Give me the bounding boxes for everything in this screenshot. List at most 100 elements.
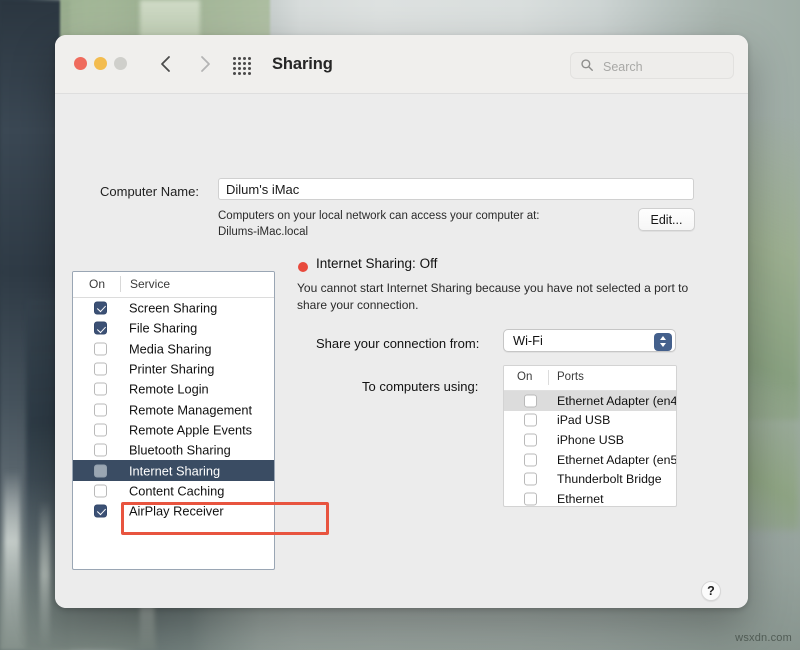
ports-table[interactable]: On Ports Ethernet Adapter (en4) iPad USB i… (503, 365, 677, 507)
port-checkbox[interactable] (524, 414, 537, 427)
checkbox-unchecked-icon (94, 464, 107, 477)
to-computers-using-label: To computers using: (362, 379, 478, 394)
checkbox-unchecked-icon (524, 453, 537, 466)
table-row[interactable]: Remote Apple Events (73, 420, 274, 440)
port-label: Ethernet Adapter (en4) (557, 394, 677, 408)
table-row[interactable]: iPhone USB (504, 430, 676, 450)
table-row[interactable]: Bluetooth Sharing (73, 440, 274, 460)
ports-table-body: Ethernet Adapter (en4) iPad USB iPhone USB… (504, 391, 676, 507)
watermark: wsxdn.com (735, 632, 792, 644)
checkbox-checked-icon (94, 322, 107, 335)
checkbox-unchecked-icon (94, 444, 107, 457)
service-label: Remote Apple Events (129, 422, 252, 437)
services-table-header: On Service (73, 272, 274, 298)
table-row[interactable]: Remote Management (73, 399, 274, 419)
service-checkbox[interactable] (94, 484, 107, 497)
ports-column-on: On (517, 371, 532, 383)
service-checkbox[interactable] (94, 505, 107, 518)
port-checkbox[interactable] (524, 433, 537, 446)
close-button[interactable] (74, 57, 87, 70)
page-title: Sharing (272, 55, 333, 74)
table-row[interactable]: Ethernet Adapter (en5) (504, 450, 676, 470)
checkbox-checked-icon (94, 505, 107, 518)
zoom-button[interactable] (114, 57, 127, 70)
port-checkbox[interactable] (524, 473, 537, 486)
table-row[interactable]: Internet Sharing (73, 460, 274, 480)
services-column-on: On (89, 277, 105, 291)
checkbox-unchecked-icon (94, 383, 107, 396)
share-connection-from-value: Wi-Fi (513, 333, 543, 348)
checkbox-unchecked-icon (94, 484, 107, 497)
minimize-button[interactable] (94, 57, 107, 70)
help-button[interactable]: ? (701, 581, 721, 601)
port-label: iPhone USB (557, 433, 624, 447)
table-row[interactable]: Content Caching (73, 481, 274, 501)
service-checkbox[interactable] (94, 423, 107, 436)
table-row[interactable]: AirPlay Receiver (73, 501, 274, 521)
search-field[interactable] (570, 52, 734, 79)
service-label: Printer Sharing (129, 362, 214, 377)
table-row[interactable]: Ethernet Adapter (en4) (504, 391, 676, 411)
port-label: Ethernet Adapter (en5) (557, 453, 677, 467)
table-row[interactable]: Ethernet (504, 489, 676, 507)
service-label: Content Caching (129, 483, 224, 498)
search-input[interactable] (601, 53, 727, 80)
hostname-note-line1: Computers on your local network can acce… (218, 210, 540, 222)
service-checkbox[interactable] (94, 383, 107, 396)
service-checkbox[interactable] (94, 342, 107, 355)
port-checkbox[interactable] (524, 453, 537, 466)
table-row[interactable]: Media Sharing (73, 339, 274, 359)
status-description: You cannot start Internet Sharing becaus… (297, 280, 707, 313)
service-checkbox[interactable] (94, 302, 107, 315)
service-checkbox[interactable] (94, 322, 107, 335)
services-table-body: Screen Sharing File Sharing Media Sharing P… (73, 298, 274, 521)
checkbox-unchecked-icon (94, 342, 107, 355)
ports-column-ports: Ports (557, 371, 584, 383)
service-label: Remote Login (129, 382, 209, 397)
service-label: Bluetooth Sharing (129, 443, 231, 458)
checkbox-unchecked-icon (524, 473, 537, 486)
table-row[interactable]: Thunderbolt Bridge (504, 469, 676, 489)
service-label: File Sharing (129, 321, 197, 336)
status-title: Internet Sharing: Off (316, 256, 437, 271)
port-label: Ethernet (557, 492, 604, 506)
chevron-updown-icon[interactable] (654, 333, 672, 351)
computer-name-label: Computer Name: (100, 184, 199, 199)
chevron-up-icon (660, 336, 666, 340)
share-connection-from-select[interactable]: Wi-Fi (503, 329, 676, 352)
service-label: Remote Management (129, 402, 252, 417)
service-label: Media Sharing (129, 341, 212, 356)
service-checkbox[interactable] (94, 444, 107, 457)
chevron-left-icon[interactable] (154, 52, 178, 76)
edit-button[interactable]: Edit... (638, 208, 695, 231)
service-label: Screen Sharing (129, 301, 217, 316)
table-row[interactable]: File Sharing (73, 318, 274, 338)
ports-table-header: On Ports (504, 366, 676, 391)
chevron-right-icon[interactable] (193, 52, 217, 76)
port-checkbox[interactable] (524, 492, 537, 505)
status-indicator-dot (298, 262, 308, 272)
service-checkbox[interactable] (94, 464, 107, 477)
table-row[interactable]: iPad USB (504, 411, 676, 431)
table-row[interactable]: Remote Login (73, 379, 274, 399)
grid-apps-icon[interactable] (233, 57, 253, 72)
service-label: Internet Sharing (129, 463, 220, 478)
port-checkbox[interactable] (524, 394, 537, 407)
table-row[interactable]: Screen Sharing (73, 298, 274, 318)
checkbox-unchecked-icon (524, 394, 537, 407)
service-checkbox[interactable] (94, 363, 107, 376)
port-label: Thunderbolt Bridge (557, 472, 662, 486)
search-icon (580, 58, 594, 72)
service-checkbox[interactable] (94, 403, 107, 416)
checkbox-unchecked-icon (524, 433, 537, 446)
ports-header-divider (548, 370, 549, 385)
computer-name-field[interactable] (218, 178, 694, 200)
chevron-down-icon (660, 343, 666, 347)
table-row[interactable]: Printer Sharing (73, 359, 274, 379)
services-header-divider (120, 276, 121, 292)
computer-name-input[interactable] (219, 179, 693, 199)
checkbox-unchecked-icon (94, 363, 107, 376)
services-table[interactable]: On Service Screen Sharing File Sharing Med… (72, 271, 275, 570)
checkbox-unchecked-icon (94, 423, 107, 436)
share-connection-from-label: Share your connection from: (316, 336, 479, 351)
